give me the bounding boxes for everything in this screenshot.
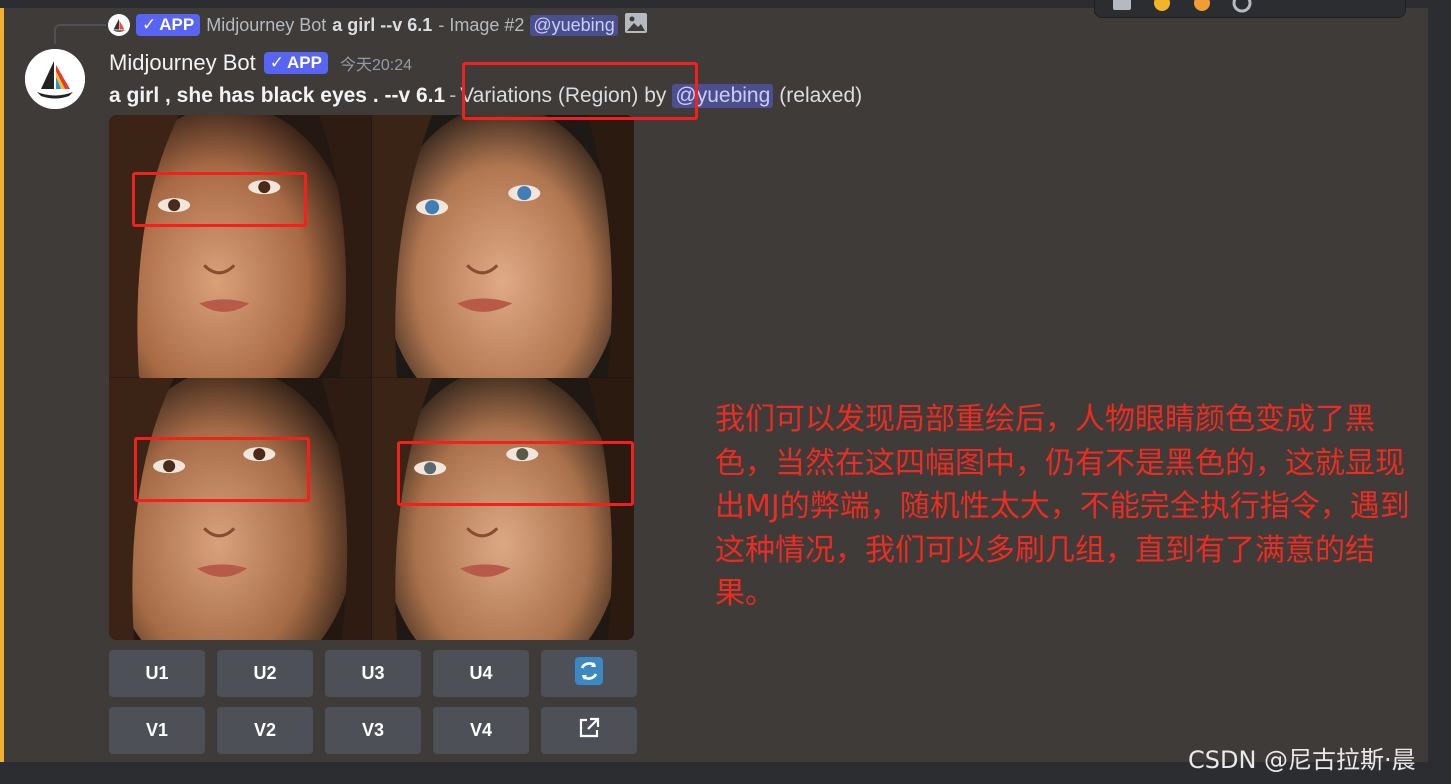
message-header: Midjourney Bot ✓ APP 今天20:24	[109, 48, 412, 78]
avatar[interactable]	[25, 49, 85, 109]
add-reaction-icon[interactable]	[1109, 0, 1135, 16]
app-badge: ✓ APP	[136, 14, 201, 36]
reply-reference[interactable]: ✓ APP Midjourney Bot a girl --v 6.1 - Im…	[108, 12, 648, 38]
upscale-3-button[interactable]: U3	[325, 650, 421, 697]
image-tile-3[interactable]	[109, 377, 372, 640]
upscale-1-button[interactable]: U1	[109, 650, 205, 697]
variation-1-button[interactable]: V1	[109, 707, 205, 754]
mention-highlight-bar	[0, 8, 4, 762]
variation-2-button[interactable]: V2	[217, 707, 313, 754]
reroll-button[interactable]	[541, 650, 637, 697]
reply-suffix: - Image #2	[438, 14, 525, 35]
timestamp[interactable]: 今天20:24	[340, 51, 412, 75]
mode-text: (relaxed)	[779, 84, 863, 107]
more-options-icon[interactable]	[1229, 0, 1255, 16]
reply-spine	[54, 24, 106, 44]
emoji-reaction-icon[interactable]	[1149, 0, 1175, 16]
image-tile-4[interactable]	[371, 377, 634, 640]
variation-button-row: V1 V2 V3 V4	[109, 707, 637, 754]
upscale-4-button[interactable]: U4	[433, 650, 529, 697]
verified-check-icon: ✓	[269, 53, 284, 72]
verified-check-icon: ✓	[142, 15, 157, 34]
highlight-box-eyes-1	[132, 172, 307, 227]
image-tile-1[interactable]	[109, 115, 372, 378]
watermark: CSDN @尼古拉斯·晨	[1188, 746, 1416, 774]
external-link-icon	[577, 716, 601, 745]
reply-bot-name[interactable]: Midjourney Bot	[206, 15, 326, 36]
prompt-text: a girl , she has black eyes . --v 6.1	[109, 84, 446, 107]
upscale-2-button[interactable]: U2	[217, 650, 313, 697]
reply-avatar	[108, 14, 130, 36]
upscale-button-row: U1 U2 U3 U4	[109, 650, 637, 697]
scrollbar-track[interactable]	[1428, 0, 1451, 762]
highlight-box-eyes-3	[134, 437, 310, 502]
highlight-box-eyes-4	[397, 441, 634, 506]
open-web-button[interactable]	[541, 707, 637, 754]
reply-mention[interactable]: @yuebing	[530, 14, 618, 36]
app-badge: ✓ APP	[263, 52, 328, 74]
variation-4-button[interactable]: V4	[433, 707, 529, 754]
username[interactable]: Midjourney Bot	[109, 50, 256, 76]
image-attachment-icon	[624, 12, 648, 39]
reply-prompt: a girl --v 6.1	[332, 14, 433, 35]
variation-3-button[interactable]: V3	[325, 707, 421, 754]
separator: -	[449, 84, 457, 107]
image-tile-2[interactable]	[371, 115, 634, 378]
emoji-reaction-icon[interactable]	[1189, 0, 1215, 16]
annotation-text: 我们可以发现局部重绘后，人物眼睛颜色变成了黑色，当然在这四幅图中，仍有不是黑色的…	[715, 402, 1410, 611]
refresh-icon	[575, 657, 603, 690]
message-hover-toolbar	[1094, 0, 1406, 18]
highlight-box-variations	[462, 62, 698, 120]
